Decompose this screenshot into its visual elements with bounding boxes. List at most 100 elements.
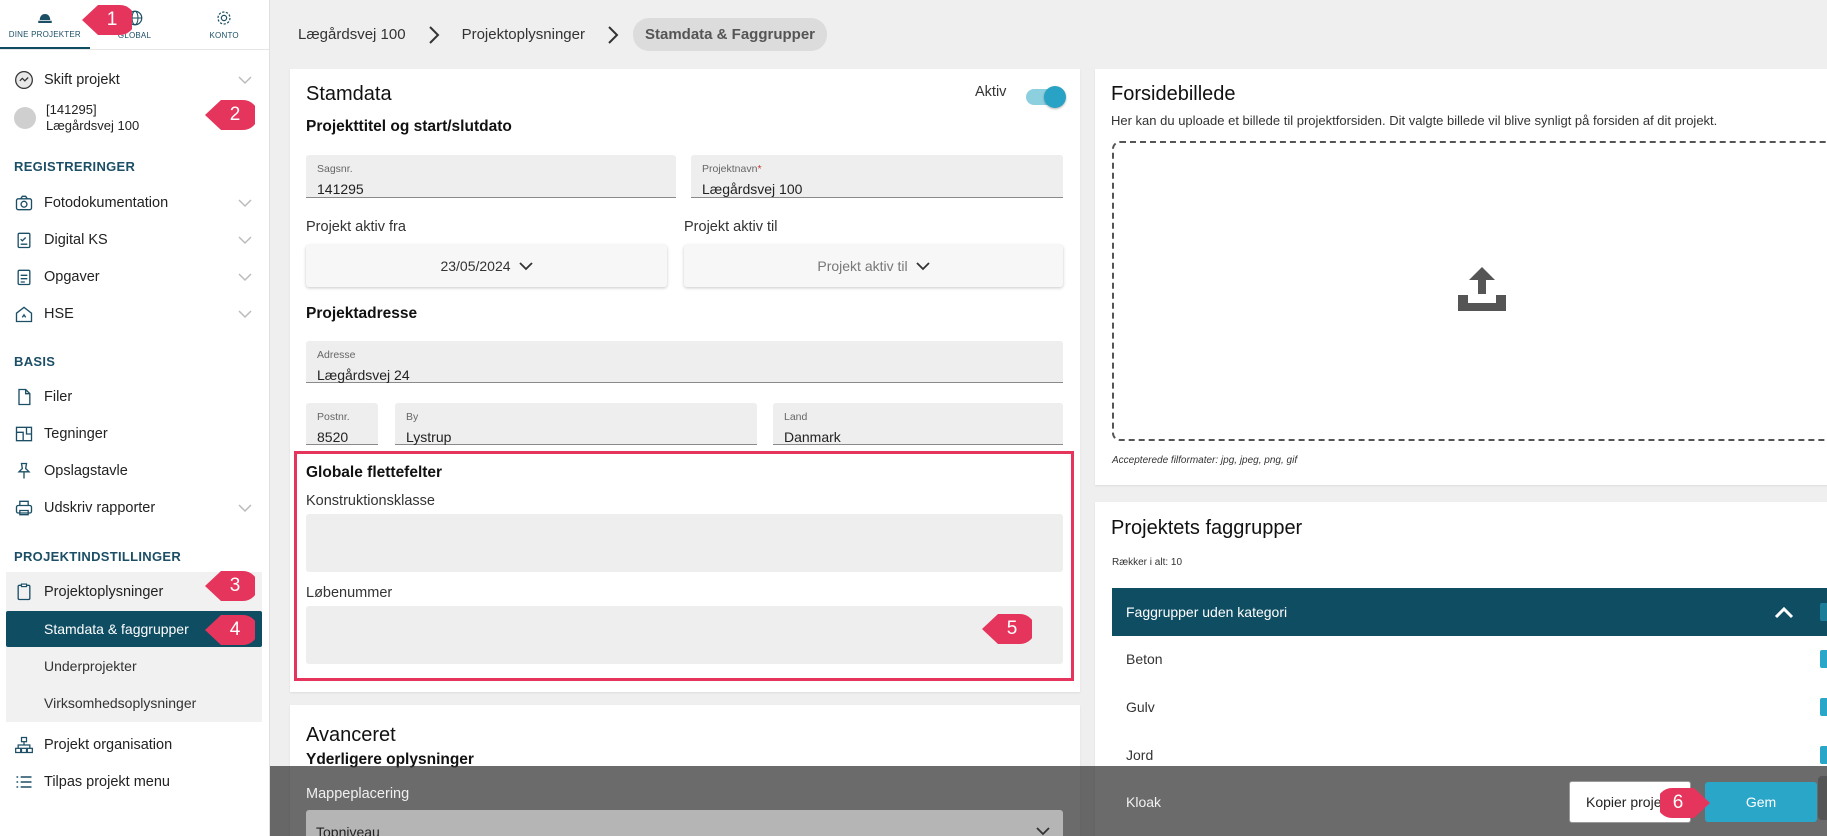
image-upload-dropzone[interactable] xyxy=(1112,141,1827,441)
field-value: Danmark xyxy=(784,429,841,445)
switch-project-dropdown[interactable]: Skift projekt xyxy=(0,62,269,98)
sidebar-item-fotodokumentation[interactable]: Fotodokumentation xyxy=(0,185,269,221)
row-checkbox[interactable] xyxy=(1820,698,1827,716)
table-row: Beton xyxy=(1112,635,1827,683)
konstruktionsklasse-label: Konstruktionsklasse xyxy=(306,493,435,509)
forsidebillede-title: Forsidebillede xyxy=(1111,83,1236,105)
forsidebillede-description: Her kan du uploade et billede til projek… xyxy=(1111,113,1718,128)
sidebar-item-label: HSE xyxy=(44,306,74,322)
postnr-field[interactable]: Postnr. 8520 xyxy=(306,403,378,445)
sidebar-item-hse[interactable]: HSE xyxy=(0,296,269,332)
sidebar-item-filer[interactable]: Filer xyxy=(0,379,269,415)
sidebar-subitem-label: Virksomhedsoplysninger xyxy=(44,695,197,711)
project-switch-icon xyxy=(15,71,33,89)
camera-icon xyxy=(15,195,33,211)
tab-label: KONTO xyxy=(209,31,239,40)
pin-icon xyxy=(17,462,31,479)
sidebar-subitem-underprojekter[interactable]: Underprojekter xyxy=(6,648,262,684)
breadcrumb-projektoplysninger[interactable]: Projektoplysninger xyxy=(454,26,593,43)
sagsnr-field[interactable]: Sagsnr. 141295 xyxy=(306,155,676,198)
sidebar-item-label: Projekt organisation xyxy=(44,737,173,753)
section-registreringer: REGISTRERINGER xyxy=(14,159,136,174)
field-label: Sagsnr. xyxy=(317,163,353,175)
project-avatar xyxy=(14,107,36,129)
sidebar-subitem-virksomhedsoplysninger[interactable]: Virksomhedsoplysninger xyxy=(6,685,262,721)
field-value: 8520 xyxy=(317,429,349,445)
section-basis: BASIS xyxy=(14,354,56,369)
field-label: Adresse xyxy=(317,349,356,361)
mappeplacering-select[interactable]: Topniveau xyxy=(306,810,1063,836)
projekttitel-heading: Projekttitel og start/slutdato xyxy=(306,118,512,135)
sidebar-item-opslagstavle[interactable]: Opslagstavle xyxy=(0,453,269,489)
land-field[interactable]: Land Danmark xyxy=(773,403,1063,445)
faggrupper-group-header[interactable]: Faggrupper uden kategori xyxy=(1112,588,1827,636)
row-checkbox[interactable] xyxy=(1820,650,1827,668)
chevron-up-icon[interactable] xyxy=(1774,605,1794,619)
sidebar-item-label: Tilpas projekt menu xyxy=(44,774,170,790)
projektadresse-heading: Projektadresse xyxy=(306,305,418,322)
gear-icon xyxy=(217,11,231,25)
projektnavn-field[interactable]: Projektnavn* Lægårdsvej 100 xyxy=(691,155,1063,198)
sidebar-item-label: Opslagstavle xyxy=(44,463,128,479)
globale-flettefelter-heading: Globale flettefelter xyxy=(306,464,443,481)
aktiv-til-datepicker[interactable]: Projekt aktiv til xyxy=(684,245,1063,287)
adresse-field[interactable]: Adresse Lægårdsvej 24 xyxy=(306,341,1063,383)
list-icon xyxy=(16,776,32,788)
required-marker: * xyxy=(757,163,762,175)
sidebar-item-tilpas-menu[interactable]: Tilpas projekt menu xyxy=(0,764,269,800)
table-row: Gulv xyxy=(1112,683,1827,731)
accepted-formats: Accepterede filformater: jpg, jpeg, png,… xyxy=(1112,455,1298,466)
sidebar-item-digital-ks[interactable]: Digital KS xyxy=(0,222,269,258)
chevron-down-icon xyxy=(238,199,252,208)
aktiv-til-label: Projekt aktiv til xyxy=(684,219,778,235)
sidebar-item-udskriv-rapporter[interactable]: Udskriv rapporter xyxy=(0,490,269,526)
aktiv-fra-datepicker[interactable]: 23/05/2024 xyxy=(306,245,667,287)
section-projektindstillinger: PROJEKTINDSTILLINGER xyxy=(14,549,182,564)
sidebar-subitem-label: Stamdata & faggrupper xyxy=(44,621,189,637)
chevron-down-icon xyxy=(518,262,533,271)
field-label: Land xyxy=(784,411,808,423)
sidebar-item-label: Udskriv rapporter xyxy=(44,500,156,516)
row-checkbox[interactable] xyxy=(1820,746,1827,764)
sidebar-item-label: Filer xyxy=(44,389,73,405)
date-placeholder: Projekt aktiv til xyxy=(817,258,908,274)
clipboard-icon xyxy=(17,583,31,601)
active-toggle[interactable] xyxy=(1026,86,1066,108)
badge-number: 4 xyxy=(229,619,241,640)
tab-konto[interactable]: KONTO xyxy=(179,0,269,49)
sidebar-item-projekt-organisation[interactable]: Projekt organisation xyxy=(0,727,269,763)
lobenummer-textarea[interactable] xyxy=(306,606,1063,664)
breadcrumb: Lægårdsvej 100 Projektoplysninger Stamda… xyxy=(290,18,828,51)
stamdata-title: Stamdata xyxy=(306,83,392,105)
projektnavn-label-text: Projektnavn xyxy=(702,163,758,175)
field-value: Lystrup xyxy=(406,429,452,445)
switch-project-label: Skift projekt xyxy=(44,72,120,88)
tab-dine-projekter[interactable]: DINE PROJEKTER xyxy=(0,0,90,49)
button-label: Gem xyxy=(1745,794,1777,810)
file-icon xyxy=(18,388,31,406)
field-value: 141295 xyxy=(317,181,364,197)
annotation-badge-5: 5 xyxy=(980,609,1032,649)
annotation-badge-6: 6 xyxy=(1660,783,1712,823)
konstruktionsklasse-textarea[interactable] xyxy=(306,514,1063,572)
sidebar-item-opgaver[interactable]: Opgaver xyxy=(0,259,269,295)
toggle-knob xyxy=(1044,86,1066,108)
breadcrumb-project[interactable]: Lægårdsvej 100 xyxy=(290,26,414,43)
group-header-label: Faggrupper uden kategori xyxy=(1126,604,1288,620)
sidebar-item-tegninger[interactable]: Tegninger xyxy=(0,416,269,452)
chevron-down-icon xyxy=(915,262,930,271)
chevron-right-icon xyxy=(608,25,619,44)
field-label: Projektnavn* xyxy=(702,163,762,175)
group-checkbox[interactable] xyxy=(1820,603,1827,621)
task-list-icon xyxy=(17,269,31,286)
select-value: Topniveau xyxy=(316,824,380,836)
by-field[interactable]: By Lystrup xyxy=(395,403,757,445)
badge-number: 2 xyxy=(229,104,241,125)
org-chart-icon xyxy=(15,736,33,754)
printer-icon xyxy=(15,500,33,516)
gem-button[interactable]: Gem xyxy=(1705,782,1817,822)
project-name: Lægårdsvej 100 xyxy=(46,118,140,133)
hard-hat-icon xyxy=(38,14,52,23)
blueprint-icon xyxy=(15,426,33,442)
aktiv-fra-label: Projekt aktiv fra xyxy=(306,219,406,235)
